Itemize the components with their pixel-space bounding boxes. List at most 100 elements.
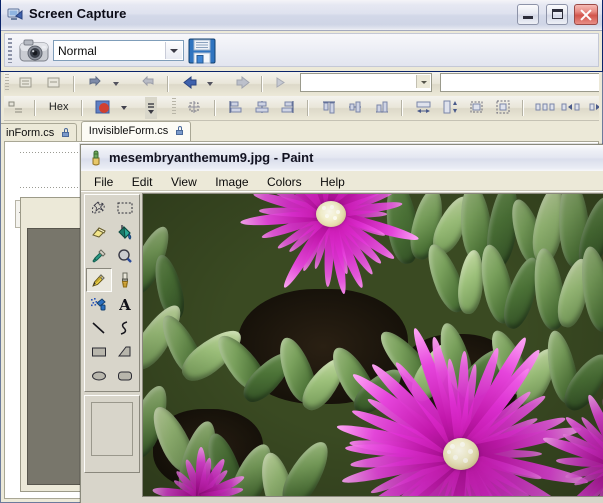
fill-color-icon[interactable] <box>92 97 112 117</box>
align-to-grid-icon[interactable] <box>184 97 204 117</box>
free-form-select-tool[interactable] <box>86 196 112 220</box>
airbrush-tool[interactable] <box>86 292 112 316</box>
capture-mode-value: Normal <box>58 44 97 58</box>
polygon-tool[interactable] <box>112 340 138 364</box>
flower-bottom-left-partial <box>151 446 250 496</box>
window-controls <box>515 4 598 26</box>
navigate-back-icon[interactable] <box>179 73 199 93</box>
curve-tool[interactable] <box>112 316 138 340</box>
screen-capture-window: Screen Capture Normal <box>0 0 603 72</box>
size-to-control-icon[interactable] <box>492 97 512 117</box>
horizontal-spacing-decrease-icon[interactable] <box>586 97 599 117</box>
pick-color-tool[interactable] <box>86 244 112 268</box>
comment-icon[interactable] <box>17 73 37 93</box>
paint-icon <box>88 150 104 166</box>
tool-options-panel[interactable] <box>84 395 140 473</box>
toolbar-separator <box>34 99 37 116</box>
toolbar-separator <box>80 99 83 116</box>
platform-combo[interactable] <box>440 73 599 93</box>
make-same-height-icon[interactable] <box>439 97 459 117</box>
screen-capture-title: Screen Capture <box>29 6 127 21</box>
paint-title: mesembryanthemum9.jpg - Paint <box>109 150 314 165</box>
menu-image[interactable]: Image <box>208 171 255 191</box>
align-lefts-icon[interactable] <box>225 97 245 117</box>
svg-text:A: A <box>118 296 131 312</box>
tool-options-inner <box>91 402 133 456</box>
pencil-tool[interactable] <box>86 268 112 292</box>
menu-view[interactable]: View <box>164 171 204 191</box>
size-to-grid-icon[interactable] <box>466 97 486 117</box>
brush-tool[interactable] <box>112 268 138 292</box>
paint-titlebar[interactable]: mesembryanthemum9.jpg - Paint <box>81 145 603 172</box>
redo-icon[interactable] <box>138 73 158 93</box>
screen-capture-titlebar[interactable]: Screen Capture <box>1 0 602 31</box>
maximize-icon <box>551 9 563 19</box>
lock-icon <box>62 128 70 137</box>
toolbar-grip[interactable] <box>8 38 12 63</box>
paint-canvas[interactable] <box>142 193 603 497</box>
fill-with-color-tool[interactable] <box>112 220 138 244</box>
flower-photo <box>143 194 603 496</box>
chevron-down-icon[interactable] <box>165 42 182 59</box>
undo-dropdown-icon[interactable] <box>111 73 131 93</box>
eraser-tool[interactable] <box>86 220 112 244</box>
menu-colors[interactable]: Colors <box>260 171 309 191</box>
align-centers-icon[interactable] <box>252 97 272 117</box>
text-tool[interactable]: A <box>112 292 138 316</box>
configuration-combo[interactable] <box>299 73 432 93</box>
menu-file[interactable]: File <box>87 171 120 191</box>
toolbar-grip[interactable] <box>5 73 9 92</box>
screen: Welcome Hex <box>0 0 603 503</box>
minimize-icon <box>523 16 534 19</box>
tab-mainform-cs[interactable]: inForm.cs <box>1 123 78 142</box>
make-same-width-icon[interactable] <box>413 97 433 117</box>
close-button[interactable] <box>574 4 598 25</box>
navigate-forward-icon[interactable] <box>232 73 252 93</box>
navigate-back-dropdown-icon[interactable] <box>205 73 225 93</box>
lock-icon <box>176 126 184 135</box>
flower-center <box>443 438 479 470</box>
toolbar-separator <box>521 99 524 116</box>
menu-help[interactable]: Help <box>313 171 352 191</box>
camera-icon[interactable] <box>19 38 49 64</box>
tab-label: InvisibleForm.cs <box>88 125 169 137</box>
align-rights-icon[interactable] <box>278 97 298 117</box>
toolbar-separator <box>73 75 76 92</box>
configuration-combo-value <box>301 74 431 76</box>
chevron-down-icon[interactable] <box>415 75 430 89</box>
vs-tab-strip: inForm.cs InvisibleForm.cs <box>1 121 599 142</box>
maximize-button[interactable] <box>545 4 568 25</box>
rectangular-select-tool[interactable] <box>112 196 138 220</box>
indent-icon[interactable] <box>5 97 25 117</box>
close-icon <box>580 9 592 21</box>
rectangle-tool[interactable] <box>86 340 112 364</box>
undo-icon[interactable] <box>85 73 105 93</box>
minimize-button[interactable] <box>517 4 540 25</box>
flower-main <box>335 326 590 496</box>
align-tops-icon[interactable] <box>319 97 339 117</box>
capture-mode-combo[interactable]: Normal <box>53 40 184 61</box>
hex-label[interactable]: Hex <box>49 98 69 116</box>
align-middles-icon[interactable] <box>345 97 365 117</box>
magnifier-tool[interactable] <box>112 244 138 268</box>
line-tool[interactable] <box>86 316 112 340</box>
chevron-down-icon[interactable] <box>119 97 139 117</box>
horizontal-spacing-make-equal-icon[interactable] <box>533 97 555 117</box>
horizontal-spacing-increase-icon[interactable] <box>559 97 580 117</box>
tab-invisibleform-cs[interactable]: InvisibleForm.cs <box>80 121 192 142</box>
toolbar-separator <box>401 99 404 116</box>
uncomment-icon[interactable] <box>44 73 64 93</box>
save-button[interactable] <box>188 37 216 65</box>
flower-top <box>240 194 420 296</box>
ellipse-tool[interactable] <box>86 364 112 388</box>
rounded-rectangle-tool[interactable] <box>112 364 138 388</box>
align-bottoms-icon[interactable] <box>372 97 392 117</box>
run-icon[interactable] <box>272 73 292 93</box>
toolbar-overflow-icon[interactable] <box>145 97 165 120</box>
screen-capture-icon <box>7 7 23 23</box>
menu-edit[interactable]: Edit <box>125 171 160 191</box>
vs-toolbar-row-1: Welcome <box>4 72 599 97</box>
toolbar-separator <box>260 75 263 92</box>
toolbar-grip[interactable] <box>171 97 176 116</box>
paint-menubar: File Edit View Image Colors Help <box>81 171 603 191</box>
